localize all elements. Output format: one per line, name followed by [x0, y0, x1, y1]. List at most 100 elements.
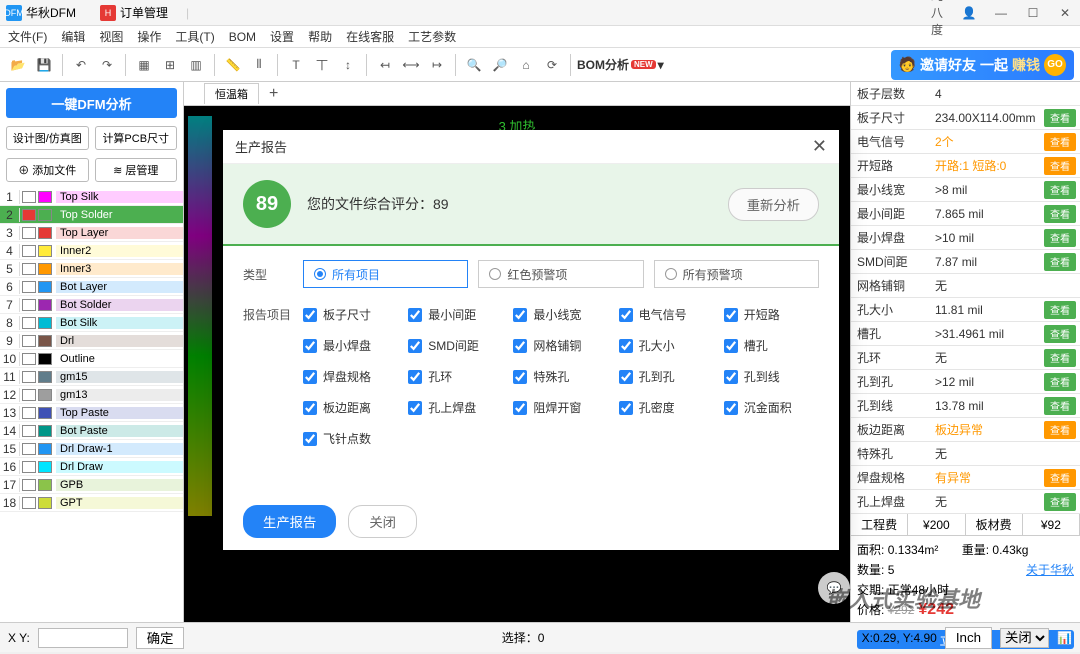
- view-button[interactable]: 查看: [1044, 349, 1076, 367]
- view-button[interactable]: 查看: [1044, 229, 1076, 247]
- view-button[interactable]: 查看: [1044, 325, 1076, 343]
- layer-manage-button[interactable]: ≋ 层管理: [95, 158, 178, 182]
- tool-measure-icon[interactable]: 📏: [221, 53, 245, 77]
- view-button[interactable]: 查看: [1044, 253, 1076, 271]
- tool-align-icon[interactable]: ⫴: [247, 53, 271, 77]
- view-button[interactable]: 查看: [1044, 373, 1076, 391]
- add-file-button[interactable]: ⊕ 添加文件: [6, 158, 89, 182]
- generate-report-button[interactable]: 生产报告: [243, 505, 336, 538]
- layer-inner3[interactable]: 5Inner3: [0, 260, 183, 278]
- report-item-checkbox[interactable]: 槽孔: [724, 337, 819, 354]
- menu-tools[interactable]: 工具(T): [175, 28, 214, 45]
- tool-zoomout-icon[interactable]: 🔎: [488, 53, 512, 77]
- tool-grid-icon[interactable]: ▦: [132, 53, 156, 77]
- report-item-checkbox[interactable]: 孔密度: [619, 399, 714, 416]
- view-button[interactable]: 查看: [1044, 469, 1076, 487]
- tool-zoomin-icon[interactable]: 🔍: [462, 53, 486, 77]
- report-item-checkbox[interactable]: 最小间距: [408, 306, 503, 323]
- layer-gpt[interactable]: 18GPT: [0, 494, 183, 512]
- report-item-checkbox[interactable]: 板边距离: [303, 399, 398, 416]
- modal-close-icon[interactable]: ✕: [812, 136, 827, 157]
- layer-inner2[interactable]: 4Inner2: [0, 242, 183, 260]
- tool-dim1-icon[interactable]: ↤: [373, 53, 397, 77]
- report-item-checkbox[interactable]: 网格铺铜: [513, 337, 608, 354]
- layer-top-paste[interactable]: 13Top Paste: [0, 404, 183, 422]
- report-item-checkbox[interactable]: 电气信号: [619, 306, 714, 323]
- view-button[interactable]: 查看: [1044, 181, 1076, 199]
- tool-text-icon[interactable]: T: [284, 53, 308, 77]
- layer-bot-solder[interactable]: 7Bot Solder: [0, 296, 183, 314]
- view-button[interactable]: 查看: [1044, 109, 1076, 127]
- report-item-checkbox[interactable]: 孔上焊盘: [408, 399, 503, 416]
- tool-snap-icon[interactable]: ⊞: [158, 53, 182, 77]
- tool-t2-icon[interactable]: 丅: [310, 53, 334, 77]
- view-button[interactable]: 查看: [1044, 493, 1076, 511]
- menu-settings[interactable]: 设置: [270, 28, 294, 45]
- unit-button[interactable]: Inch: [945, 627, 992, 649]
- report-item-checkbox[interactable]: 孔大小: [619, 337, 714, 354]
- menu-process[interactable]: 工艺参数: [408, 28, 456, 45]
- layer-bot-silk[interactable]: 8Bot Silk: [0, 314, 183, 332]
- tool-refresh-icon[interactable]: ⟳: [540, 53, 564, 77]
- about-link[interactable]: 关于华秋: [1026, 560, 1074, 580]
- layer-drl-draw[interactable]: 16Drl Draw: [0, 458, 183, 476]
- xy-input[interactable]: [38, 628, 128, 648]
- mode-select[interactable]: 关闭: [1000, 628, 1049, 648]
- menu-file[interactable]: 文件(F): [8, 28, 47, 45]
- report-item-checkbox[interactable]: SMD间距: [408, 337, 503, 354]
- tool-redo-icon[interactable]: ↷: [95, 53, 119, 77]
- tool-open-icon[interactable]: 📂: [6, 53, 30, 77]
- layer-top-layer[interactable]: 3Top Layer: [0, 224, 183, 242]
- radio-all-items[interactable]: 所有项目: [303, 260, 468, 288]
- report-item-checkbox[interactable]: 特殊孔: [513, 368, 608, 385]
- layer-bot-layer[interactable]: 6Bot Layer: [0, 278, 183, 296]
- report-item-checkbox[interactable]: 孔环: [408, 368, 503, 385]
- layer-bot-paste[interactable]: 14Bot Paste: [0, 422, 183, 440]
- tool-home-icon[interactable]: ⌂: [514, 53, 538, 77]
- menu-edit[interactable]: 编辑: [61, 28, 85, 45]
- view-button[interactable]: 查看: [1044, 397, 1076, 415]
- xy-confirm-button[interactable]: 确定: [136, 627, 185, 649]
- report-item-checkbox[interactable]: 开短路: [724, 306, 819, 323]
- minimize-icon[interactable]: —: [992, 6, 1010, 20]
- report-item-checkbox[interactable]: 阻焊开窗: [513, 399, 608, 416]
- tool-dim2-icon[interactable]: ⟷: [399, 53, 423, 77]
- menu-view[interactable]: 视图: [99, 28, 123, 45]
- modal-close-button[interactable]: 关闭: [348, 505, 417, 538]
- layer-top-silk[interactable]: 1Top Silk: [0, 188, 183, 206]
- layer-gm13[interactable]: 12gm13: [0, 386, 183, 404]
- calc-pcb-button[interactable]: 计算PCB尺寸: [95, 126, 178, 150]
- user-icon[interactable]: 👤: [960, 6, 978, 20]
- view-button[interactable]: 查看: [1044, 205, 1076, 223]
- layer-drl[interactable]: 9Drl: [0, 332, 183, 350]
- reanalyze-button[interactable]: 重新分析: [728, 188, 819, 221]
- tab-add-icon[interactable]: +: [261, 85, 286, 103]
- report-item-checkbox[interactable]: 焊盘规格: [303, 368, 398, 385]
- view-button[interactable]: 查看: [1044, 133, 1076, 151]
- maximize-icon[interactable]: ☐: [1024, 6, 1042, 20]
- radio-all-warn[interactable]: 所有预警项: [654, 260, 819, 288]
- tool-dim3-icon[interactable]: ↦: [425, 53, 449, 77]
- design-view-button[interactable]: 设计图/仿真图: [6, 126, 89, 150]
- layer-gpb[interactable]: 17GPB: [0, 476, 183, 494]
- bom-analyze-button[interactable]: BOM分析NEW▾: [577, 56, 664, 73]
- promo-banner[interactable]: 🧑邀请好友一起 赚钱 GO: [891, 50, 1074, 80]
- menu-operate[interactable]: 操作: [137, 28, 161, 45]
- report-item-checkbox[interactable]: 飞针点数: [303, 430, 398, 447]
- status-icon[interactable]: 📊: [1057, 631, 1072, 645]
- close-window-icon[interactable]: ✕: [1056, 6, 1074, 20]
- view-button[interactable]: 查看: [1044, 301, 1076, 319]
- layer-outline[interactable]: 10Outline: [0, 350, 183, 368]
- radio-red-warn[interactable]: 红色预警项: [478, 260, 643, 288]
- tool-save-icon[interactable]: 💾: [32, 53, 56, 77]
- report-item-checkbox[interactable]: 孔到孔: [619, 368, 714, 385]
- report-item-checkbox[interactable]: 孔到线: [724, 368, 819, 385]
- report-item-checkbox[interactable]: 沉金面积: [724, 399, 819, 416]
- menu-support[interactable]: 在线客服: [346, 28, 394, 45]
- view-button[interactable]: 查看: [1044, 157, 1076, 175]
- menu-help[interactable]: 帮助: [308, 28, 332, 45]
- tab-design[interactable]: 恒温箱: [204, 83, 259, 104]
- tool-layer-icon[interactable]: ▥: [184, 53, 208, 77]
- report-item-checkbox[interactable]: 最小焊盘: [303, 337, 398, 354]
- layer-drl-draw-1[interactable]: 15Drl Draw-1: [0, 440, 183, 458]
